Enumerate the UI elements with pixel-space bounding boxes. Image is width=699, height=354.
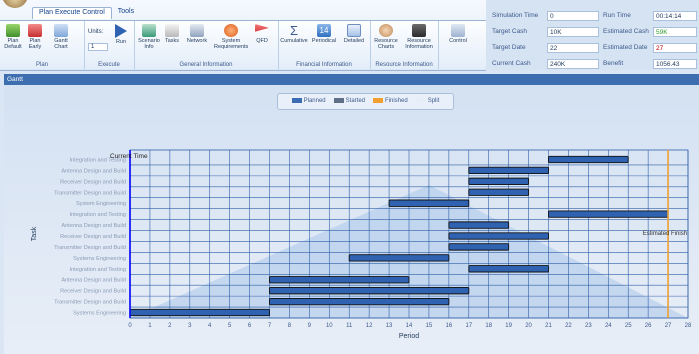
task-label: Transmitter Design and Build xyxy=(54,245,126,251)
x-tick-label: 17 xyxy=(465,323,472,329)
task-bar xyxy=(448,243,510,251)
task-bar xyxy=(269,297,450,306)
task-bar xyxy=(269,287,470,295)
task-bar xyxy=(348,254,450,262)
task-bar xyxy=(388,199,470,207)
x-tick-label: 11 xyxy=(346,323,353,329)
task-label: Receiver Design and Build xyxy=(60,234,126,240)
task-bar xyxy=(129,308,270,317)
x-tick-label: 16 xyxy=(446,323,453,329)
task-label: Transmitter Design and Build xyxy=(54,300,126,306)
current-time-label: Current Time xyxy=(110,153,148,160)
x-tick-label: 6 xyxy=(248,323,252,329)
x-tick-label: 4 xyxy=(208,323,212,329)
x-tick-label: 26 xyxy=(645,323,652,329)
x-tick-label: 1 xyxy=(148,323,152,329)
x-tick-label: 5 xyxy=(228,323,232,329)
x-tick-label: 24 xyxy=(605,323,612,329)
x-tick-label: 19 xyxy=(505,323,512,329)
task-label: Transmitter Design and Build xyxy=(54,190,126,196)
x-tick-label: 14 xyxy=(406,323,413,329)
task-label: System Engineering xyxy=(76,201,126,207)
x-tick-label: 25 xyxy=(625,323,632,329)
x-tick-label: 9 xyxy=(308,323,312,329)
task-label: Receiver Design and Build xyxy=(60,289,126,295)
x-tick-label: 3 xyxy=(188,323,192,329)
task-bar xyxy=(468,177,530,185)
x-axis-label: Period xyxy=(399,333,419,340)
x-tick-label: 20 xyxy=(525,323,532,329)
task-bar xyxy=(448,221,510,229)
task-label: Antenna Design and Build xyxy=(61,223,126,229)
task-bar xyxy=(448,232,549,240)
x-tick-label: 27 xyxy=(665,323,672,329)
task-label: Antenna Design and Build xyxy=(61,278,126,284)
gantt-chart: 0 1 2 3 4 5 6 7 8 9 10 11 12 13 14 15 16 17 18 19 20 21 22 23 24… xyxy=(31,149,692,340)
x-tick-label: 22 xyxy=(565,323,572,329)
task-bar xyxy=(468,166,549,175)
task-label: Antenna Design and Build xyxy=(61,168,126,174)
x-tick-label: 7 xyxy=(268,323,272,329)
x-tick-label: 28 xyxy=(685,323,692,329)
task-bar xyxy=(269,276,410,284)
x-tick-label: 15 xyxy=(426,323,433,329)
x-tick-label: 13 xyxy=(386,323,393,329)
task-bar xyxy=(548,210,669,218)
x-tick-label: 12 xyxy=(366,323,373,329)
task-label: Systems Engineering xyxy=(73,256,126,262)
task-bar xyxy=(468,265,549,273)
task-label: Integration and Testing xyxy=(70,267,127,273)
task-label: Systems Engineering xyxy=(73,311,126,317)
x-tick-label: 8 xyxy=(288,323,292,329)
task-bar xyxy=(548,155,629,164)
x-tick-label: 0 xyxy=(128,323,132,329)
x-tick-label: 21 xyxy=(545,323,552,329)
estimated-finish-label: Estimated Finish xyxy=(643,231,687,237)
x-tick-label: 10 xyxy=(326,323,333,329)
x-tick-label: 2 xyxy=(168,323,172,329)
y-axis-label: Task xyxy=(31,226,38,241)
x-tick-label: 18 xyxy=(485,323,492,329)
x-tick-label: 23 xyxy=(585,323,592,329)
task-label: Receiver Design and Build xyxy=(60,179,126,185)
task-bar xyxy=(468,188,530,196)
task-label: Integration and Testing xyxy=(70,212,127,218)
